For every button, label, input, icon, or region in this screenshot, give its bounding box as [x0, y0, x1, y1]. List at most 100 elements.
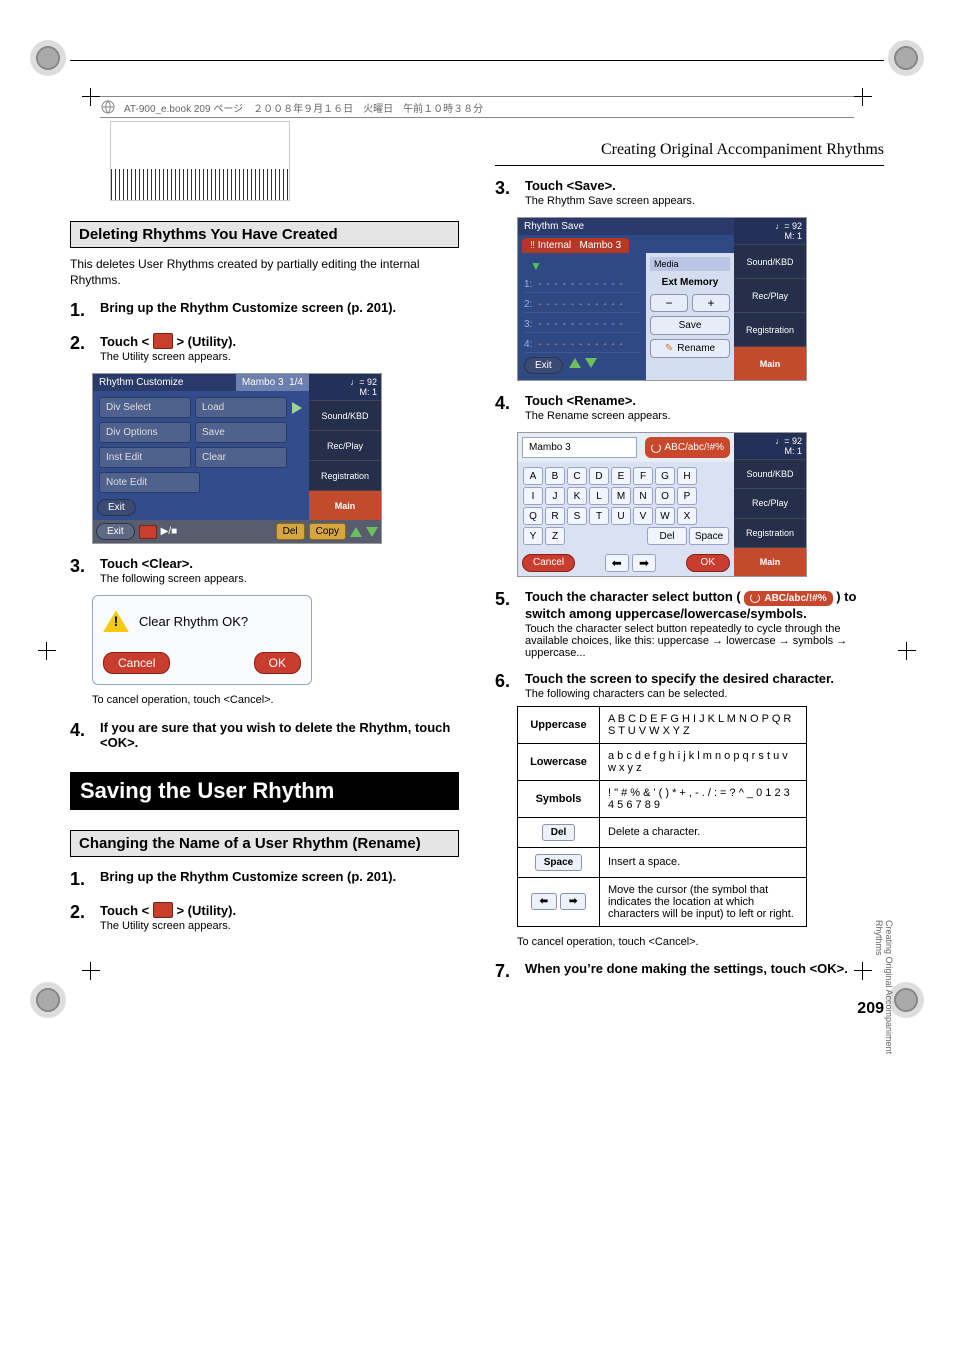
dialog-cancel-button[interactable]: Cancel	[103, 652, 170, 674]
dialog-ok-button[interactable]: OK	[254, 652, 301, 674]
save-button[interactable]: Save	[195, 422, 287, 443]
crop-mark-icon	[30, 40, 66, 76]
key-p[interactable]: P	[677, 487, 697, 505]
key-n[interactable]: N	[633, 487, 653, 505]
key-m[interactable]: M	[611, 487, 631, 505]
save-step-5: 5. Touch the character select button ( A…	[495, 589, 884, 659]
crop-mark-icon	[888, 40, 924, 76]
copy-button[interactable]: Copy	[309, 523, 346, 540]
key-u[interactable]: U	[611, 507, 631, 525]
tab-internal[interactable]: ‼ Internal Mambo 3	[522, 238, 629, 253]
clear-button[interactable]: Clear	[195, 447, 287, 468]
inst-edit-button[interactable]: Inst Edit	[99, 447, 191, 468]
key-a[interactable]: A	[523, 467, 543, 485]
side-sound-button[interactable]: Sound/KBD	[309, 400, 381, 430]
exit-button[interactable]: Exit	[524, 357, 563, 374]
rename-step-2: 2. Touch < > (Utility). The Utility scre…	[70, 902, 459, 932]
key-t[interactable]: T	[589, 507, 609, 525]
heading-rename: Changing the Name of a User Rhythm (Rena…	[70, 830, 459, 857]
ext-memory-label: Ext Memory	[650, 275, 730, 290]
marker-icon: ▼	[530, 259, 640, 273]
del-key-icon: Del	[542, 824, 576, 841]
key-d[interactable]: D	[589, 467, 609, 485]
exit-small-button[interactable]: Exit	[97, 499, 136, 516]
div-options-button[interactable]: Div Options	[99, 422, 191, 443]
page-next-icon[interactable]	[289, 395, 305, 420]
side-reg-button[interactable]: Registration	[309, 460, 381, 490]
rename-ok-button[interactable]: OK	[686, 554, 730, 572]
delete-step-2: 2. Touch < > (Utility). The Utility scre…	[70, 333, 459, 363]
key-c[interactable]: C	[567, 467, 587, 485]
key-x[interactable]: X	[677, 507, 697, 525]
left-column: Deleting Rhythms You Have Created This d…	[70, 61, 459, 1018]
key-f[interactable]: F	[633, 467, 653, 485]
utility-icon	[153, 902, 173, 918]
rename-action-button[interactable]: ✎Rename	[650, 339, 730, 358]
save-step-7: 7. When you’re done making the settings,…	[495, 961, 884, 982]
side-rec-button[interactable]: Rec/Play	[309, 430, 381, 460]
del-button[interactable]: Del	[276, 523, 305, 540]
key-z[interactable]: Z	[545, 527, 565, 545]
key-r[interactable]: R	[545, 507, 565, 525]
key-b[interactable]: B	[545, 467, 565, 485]
rename-cancel-button[interactable]: Cancel	[522, 554, 575, 572]
delete-step-3: 3. Touch <Clear>. The following screen a…	[70, 556, 459, 585]
key-space[interactable]: Space	[689, 527, 729, 545]
delete-step-4: 4. If you are sure that you wish to dele…	[70, 720, 459, 750]
side-reg-button[interactable]: Registration	[734, 518, 806, 547]
div-select-button[interactable]: Div Select	[99, 397, 191, 418]
chapter-rule	[495, 165, 884, 166]
key-g[interactable]: G	[655, 467, 675, 485]
space-key-icon: Space	[535, 854, 582, 871]
cursor-left-button[interactable]: ⬅	[605, 554, 629, 572]
key-del[interactable]: Del	[647, 527, 687, 545]
save-step-6: 6. Touch the screen to specify the desir…	[495, 671, 884, 700]
save-slot-1[interactable]: 1:- - - - - - - - - - -	[524, 277, 640, 293]
key-s[interactable]: S	[567, 507, 587, 525]
key-l[interactable]: L	[589, 487, 609, 505]
key-e[interactable]: E	[611, 467, 631, 485]
clear-cancel-note: To cancel operation, touch <Cancel>.	[92, 693, 459, 708]
key-i[interactable]: I	[523, 487, 543, 505]
save-slot-3[interactable]: 3:- - - - - - - - - - -	[524, 317, 640, 333]
side-sound-button[interactable]: Sound/KBD	[734, 244, 806, 278]
save-slot-2[interactable]: 2:- - - - - - - - - - -	[524, 297, 640, 313]
minus-button[interactable]: −	[650, 294, 688, 312]
side-main-button[interactable]: Main	[734, 346, 806, 380]
delete-step-1: 1. Bring up the Rhythm Customize screen …	[70, 300, 459, 321]
key-v[interactable]: V	[633, 507, 653, 525]
registration-cross-icon	[38, 642, 56, 660]
load-button[interactable]: Load	[195, 397, 287, 418]
key-h[interactable]: H	[677, 467, 697, 485]
key-w[interactable]: W	[655, 507, 675, 525]
exit-button[interactable]: Exit	[96, 523, 135, 540]
side-reg-button[interactable]: Registration	[734, 312, 806, 346]
key-y[interactable]: Y	[523, 527, 543, 545]
save-slot-4[interactable]: 4:- - - - - - - - - - -	[524, 337, 640, 353]
save-action-button[interactable]: Save	[650, 316, 730, 335]
down-icon[interactable]	[585, 358, 597, 368]
case-switch-button[interactable]: ABC/abc/!#%	[645, 437, 730, 458]
up-icon[interactable]	[569, 358, 581, 368]
rename-field[interactable]: Mambo 3	[522, 437, 637, 458]
arrow-right-key-icon: ➡	[560, 893, 586, 910]
up-icon[interactable]	[350, 527, 362, 537]
side-sound-button[interactable]: Sound/KBD	[734, 459, 806, 488]
note-edit-button[interactable]: Note Edit	[99, 472, 200, 493]
delete-intro: This deletes User Rhythms created by par…	[70, 256, 459, 288]
heading-saving-user-rhythm: Saving the User Rhythm	[70, 772, 459, 810]
plus-button[interactable]: +	[692, 294, 730, 312]
side-main-button[interactable]: Main	[309, 490, 381, 520]
side-rec-button[interactable]: Rec/Play	[734, 278, 806, 312]
key-k[interactable]: K	[567, 487, 587, 505]
key-q[interactable]: Q	[523, 507, 543, 525]
key-j[interactable]: J	[545, 487, 565, 505]
footer-icon[interactable]	[139, 525, 157, 539]
arrow-left-key-icon: ⬅	[531, 893, 557, 910]
case-switch-icon: ABC/abc/!#%	[744, 591, 832, 606]
key-o[interactable]: O	[655, 487, 675, 505]
down-icon[interactable]	[366, 527, 378, 537]
cursor-right-button[interactable]: ➡	[632, 554, 656, 572]
side-rec-button[interactable]: Rec/Play	[734, 488, 806, 517]
side-main-button[interactable]: Main	[734, 547, 806, 576]
